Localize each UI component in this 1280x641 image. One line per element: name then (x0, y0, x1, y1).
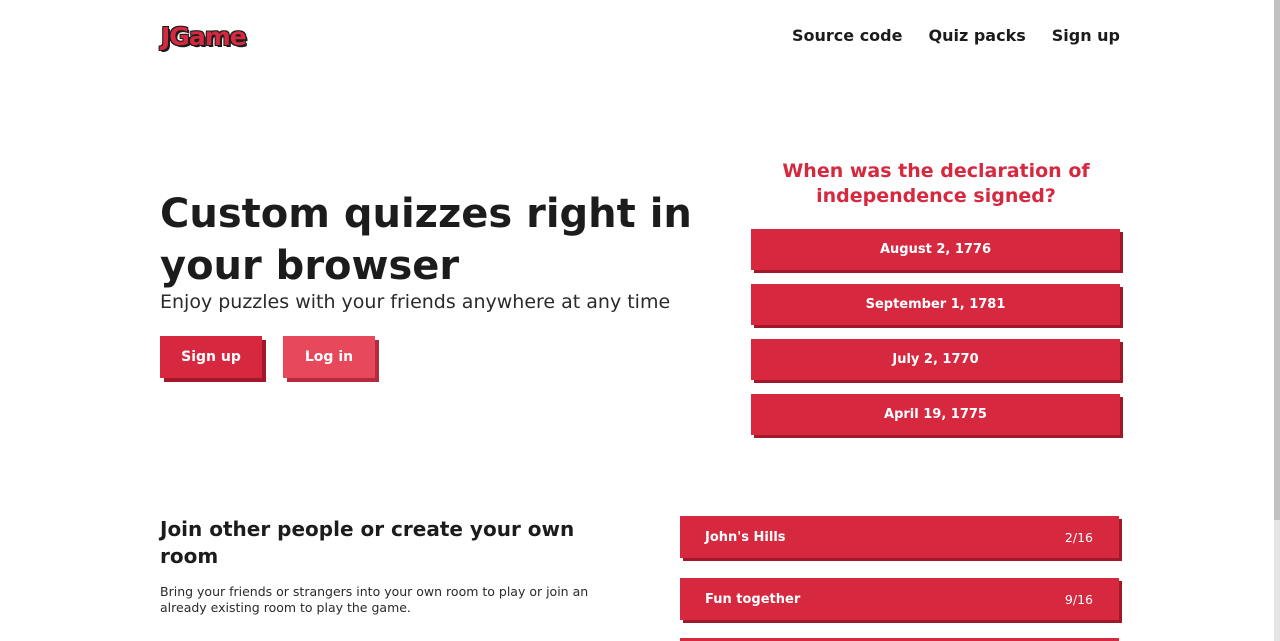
quiz-answer-3[interactable]: July 2, 1770 (751, 339, 1120, 380)
login-button[interactable]: Log in (283, 336, 375, 378)
room-player-count: 2/16 (1064, 529, 1093, 545)
quiz-question: When was the declaration of independence… (782, 160, 1090, 207)
nav-source-code[interactable]: Source code (792, 26, 902, 45)
logo[interactable]: JGame (161, 22, 247, 51)
nav-sign-up[interactable]: Sign up (1052, 26, 1120, 45)
room-item[interactable]: Fun together 9/16 (680, 578, 1119, 620)
hero-title: Custom quizzes right in your browser (160, 191, 692, 289)
room-name: John's Hills (705, 529, 786, 545)
signup-button[interactable]: Sign up (160, 336, 262, 378)
room-player-count: 9/16 (1064, 591, 1093, 607)
nav-quiz-packs[interactable]: Quiz packs (928, 26, 1025, 45)
top-nav: Source code Quiz packs Sign up (792, 26, 1120, 45)
hero-subtitle: Enjoy puzzles with your friends anywhere… (160, 291, 671, 313)
quiz-answer-2[interactable]: September 1, 1781 (751, 284, 1120, 325)
rooms-section-text: Bring your friends or strangers into you… (160, 584, 589, 615)
room-item[interactable]: John's Hills 2/16 (680, 516, 1119, 558)
scrollbar-thumb[interactable] (1274, 0, 1280, 520)
rooms-section-title: Join other people or create your own roo… (160, 517, 575, 568)
room-name: Fun together (705, 591, 801, 607)
quiz-answer-1[interactable]: August 2, 1776 (751, 229, 1120, 270)
quiz-answer-4[interactable]: April 19, 1775 (751, 394, 1120, 435)
page-scrollbar[interactable] (1274, 0, 1280, 641)
